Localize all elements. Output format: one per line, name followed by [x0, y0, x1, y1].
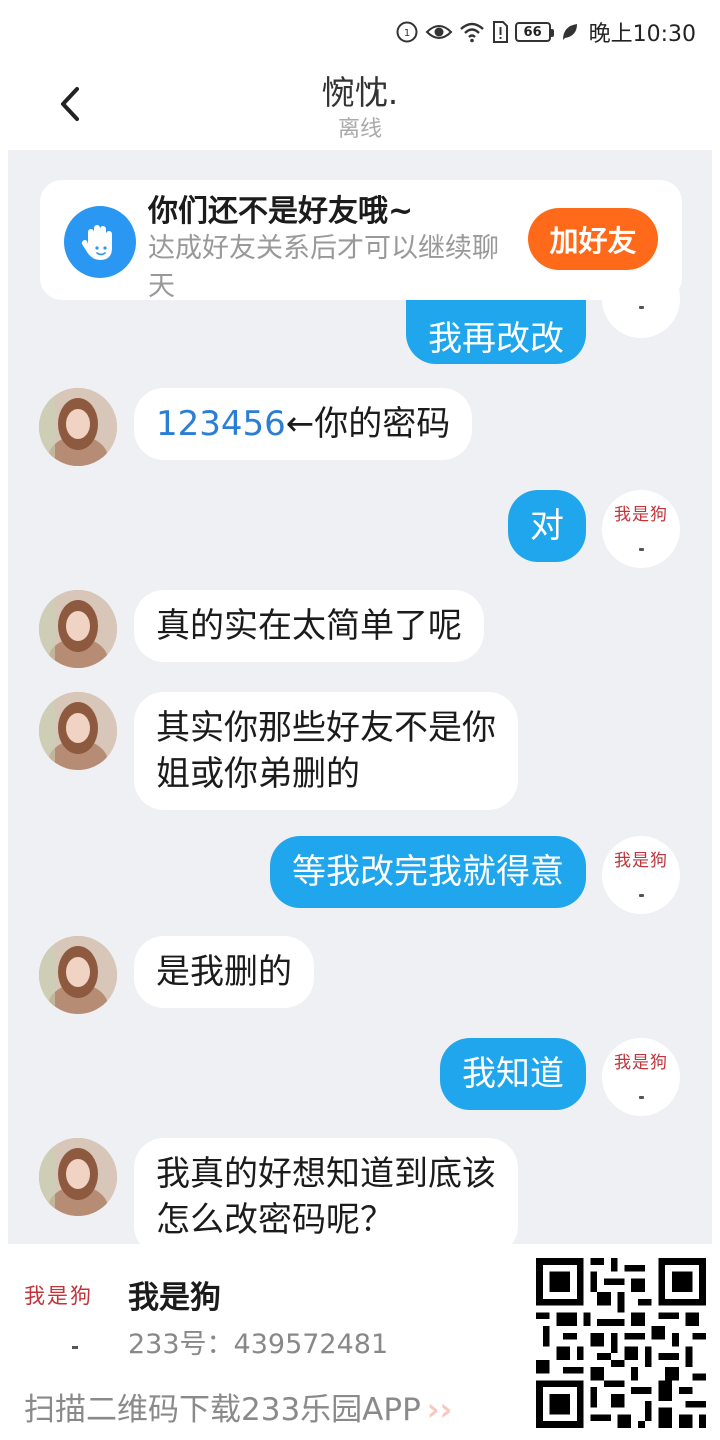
battery-icon: 66 [514, 22, 554, 42]
sim-alert-icon [491, 19, 509, 45]
qr-code[interactable] [536, 1258, 706, 1428]
chat-header: 惋忱. 离线 [0, 64, 720, 150]
footer-logo-mark [72, 1346, 78, 1349]
avatar-contact[interactable] [39, 936, 117, 1014]
message-bubble-outgoing[interactable]: 对 [508, 490, 586, 562]
sim-1-icon: 1 [395, 19, 419, 45]
status-time: 晚上10:30 [588, 22, 696, 47]
avatar-stamp-text: 我是狗 [614, 505, 668, 525]
add-friend-button[interactable]: 加好友 [528, 208, 658, 270]
svg-text:1: 1 [403, 28, 409, 39]
download-prompt: 扫描二维码下载233乐园APP ›› [24, 1384, 452, 1429]
status-bar: 1 66 晚上10:30 [0, 0, 720, 64]
footer-username: 我是狗 [128, 1280, 221, 1316]
eye-icon [425, 19, 453, 45]
message-text: 我知道 [462, 1054, 564, 1094]
message-text: 等我改完我就得意 [292, 852, 564, 892]
message-link[interactable]: 123456 [156, 404, 286, 444]
message-bubble-incoming[interactable]: 我真的好想知道到底该 怎么改密码呢？ [134, 1138, 518, 1244]
message-bubble-outgoing[interactable]: 我知道 [440, 1038, 586, 1110]
chat-title: 惋忱. [321, 73, 399, 112]
message-text-line: 姐或你弟删的 [156, 754, 360, 794]
message-text: 真的实在太简单了呢 [156, 606, 462, 646]
avatar-self[interactable]: 我是狗 [602, 836, 680, 914]
online-status: 离线 [337, 117, 382, 142]
message-text: 我再改改 [428, 319, 564, 359]
message-text-line: 我真的好想知道到底该 [156, 1154, 496, 1194]
message-text: ←你的密码 [285, 404, 451, 444]
message-bubble-outgoing[interactable]: 等我改完我就得意 [270, 836, 586, 908]
message-bubble-incoming[interactable]: 是我删的 [134, 936, 314, 1008]
message-text: 对 [530, 506, 564, 546]
avatar-stamp-text: 我是狗 [614, 1053, 668, 1073]
status-icons: 1 66 晚上10:30 [395, 17, 696, 47]
footer-user-id: 233号：439572481 [128, 1329, 389, 1360]
chat-area[interactable]: 我再改改 你们还不是好友哦~ 达成好友关系后才可以继续聊天 加好友 123456… [8, 150, 712, 1244]
share-footer: 我是狗 我是狗 233号：439572481 扫描二维码下载233乐园APP ›› [0, 1244, 720, 1440]
avatar-self[interactable]: 我是狗 [602, 1038, 680, 1116]
avatar-contact[interactable] [39, 388, 117, 466]
avatar-self[interactable]: 我是狗 [602, 490, 680, 568]
hand-icon [64, 206, 136, 278]
avatar-stamp-text: 我是狗 [614, 851, 668, 871]
avatar-contact[interactable] [39, 1138, 117, 1216]
double-chevron-right-icon: ›› [426, 1392, 453, 1428]
message-bubble-incoming[interactable]: 其实你那些好友不是你 姐或你弟删的 [134, 692, 518, 810]
card-description: 达成好友关系后才可以继续聊天 [148, 233, 499, 302]
add-friend-card: 你们还不是好友哦~ 达成好友关系后才可以继续聊天 加好友 [40, 180, 682, 302]
card-title: 你们还不是好友哦~ [148, 194, 414, 229]
download-prompt-text: 扫描二维码下载233乐园APP [24, 1392, 421, 1428]
battery-level: 66 [523, 24, 542, 40]
message-text: 是我删的 [156, 952, 292, 992]
footer-logo: 我是狗 [24, 1284, 93, 1308]
message-text-line: 其实你那些好友不是你 [156, 708, 496, 748]
avatar-contact[interactable] [39, 692, 117, 770]
message-bubble-incoming[interactable]: 123456←你的密码 [134, 388, 473, 460]
leaf-icon [561, 19, 579, 45]
message-bubble-incoming[interactable]: 真的实在太简单了呢 [134, 590, 484, 662]
wifi-icon [459, 19, 485, 45]
avatar-contact[interactable] [39, 590, 117, 668]
message-text-line: 怎么改密码呢？ [156, 1200, 394, 1240]
